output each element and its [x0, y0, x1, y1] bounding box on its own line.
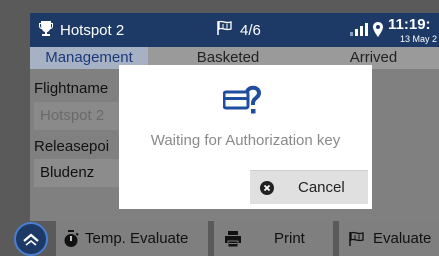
card-question-icon [223, 85, 263, 119]
trophy-icon [38, 20, 54, 40]
printer-icon [224, 230, 242, 247]
close-circle-icon [260, 180, 274, 195]
expand-menu-button[interactable] [14, 222, 48, 256]
bottom-toolbar: Temp. Evaluate Print Evaluate [30, 221, 439, 256]
chevron-up-icon [23, 232, 39, 246]
flightname-label: Flightname [34, 80, 109, 97]
dialog-message: Waiting for Authorization key [150, 132, 341, 149]
hotspot-indicator: Hotspot 2 [38, 20, 124, 40]
location-pin-icon [373, 22, 383, 40]
authorization-dialog: Waiting for Authorization key Cancel [119, 65, 372, 209]
temp-evaluate-label: Temp. Evaluate [85, 230, 189, 247]
signal-icon [350, 23, 368, 36]
temp-evaluate-button[interactable]: Temp. Evaluate [56, 221, 208, 256]
flag-icon [216, 20, 234, 40]
hotspot-name: Hotspot 2 [60, 21, 125, 39]
print-button[interactable]: Print [214, 221, 333, 256]
progress-count: 4/6 [240, 21, 261, 39]
flag-icon [348, 231, 366, 247]
status-bar: Hotspot 2 4/6 11:19: 13 May 2 [30, 13, 439, 47]
evaluate-label: Evaluate [373, 230, 432, 247]
cancel-label: Cancel [298, 179, 345, 196]
evaluate-button[interactable]: Evaluate [339, 221, 439, 256]
clock-time: 11:19: [388, 16, 431, 33]
print-label: Print [274, 230, 305, 247]
clock-date: 13 May 2 [400, 34, 438, 44]
releasepoint-label: Releasepoi [34, 138, 110, 155]
cancel-button[interactable]: Cancel [250, 170, 368, 204]
stopwatch-icon [63, 229, 79, 248]
progress-indicator: 4/6 [216, 20, 261, 40]
